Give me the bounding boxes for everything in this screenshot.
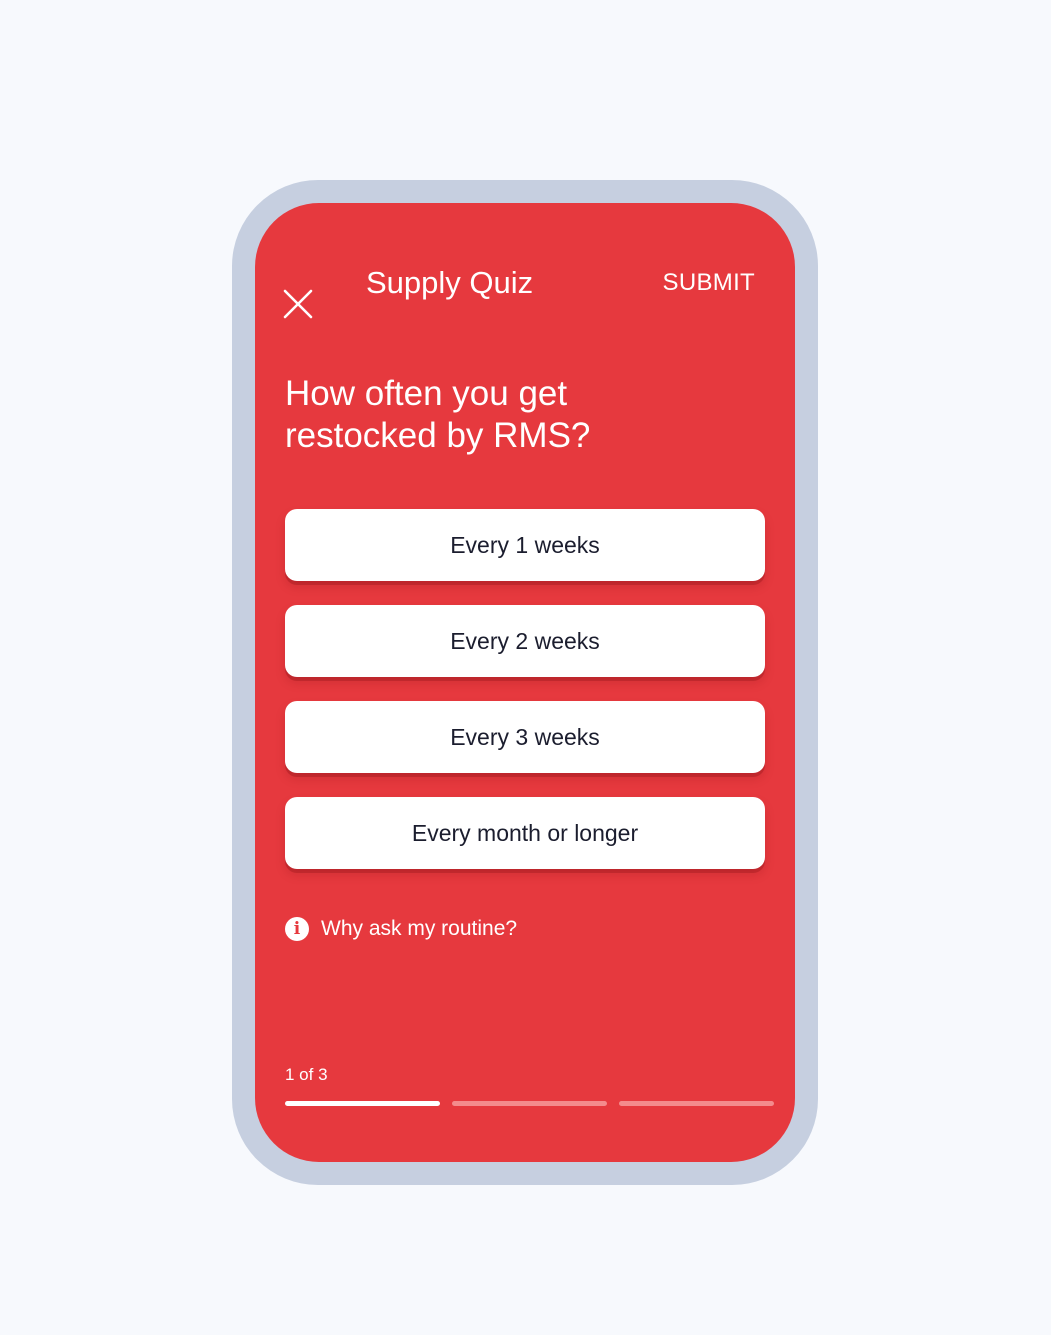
why-ask-link[interactable]: i Why ask my routine? [285,915,517,943]
info-icon: i [285,917,309,941]
answer-options: Every 1 weeks Every 2 weeks Every 3 week… [285,509,765,893]
progress-segment-3 [619,1101,774,1106]
progress-segment-2 [452,1101,607,1106]
close-icon [283,289,313,319]
option-every-3-weeks[interactable]: Every 3 weeks [285,701,765,773]
why-ask-label: Why ask my routine? [321,917,518,940]
option-every-1-weeks[interactable]: Every 1 weeks [285,509,765,581]
progress-label: 1 of 3 [285,1065,328,1084]
quiz-screen: Supply Quiz SUBMIT How often you get res… [255,203,795,1162]
progress-segment-1 [285,1101,440,1106]
question-text: How often you get restocked by RMS? [285,374,591,455]
progress-indicator [285,1101,774,1106]
close-button[interactable] [279,285,317,323]
option-every-2-weeks[interactable]: Every 2 weeks [285,605,765,677]
phone-frame: Supply Quiz SUBMIT How often you get res… [232,180,818,1185]
option-every-month-or-longer[interactable]: Every month or longer [285,797,765,869]
submit-button[interactable]: SUBMIT [663,265,755,301]
page-title: Supply Quiz [366,265,534,300]
